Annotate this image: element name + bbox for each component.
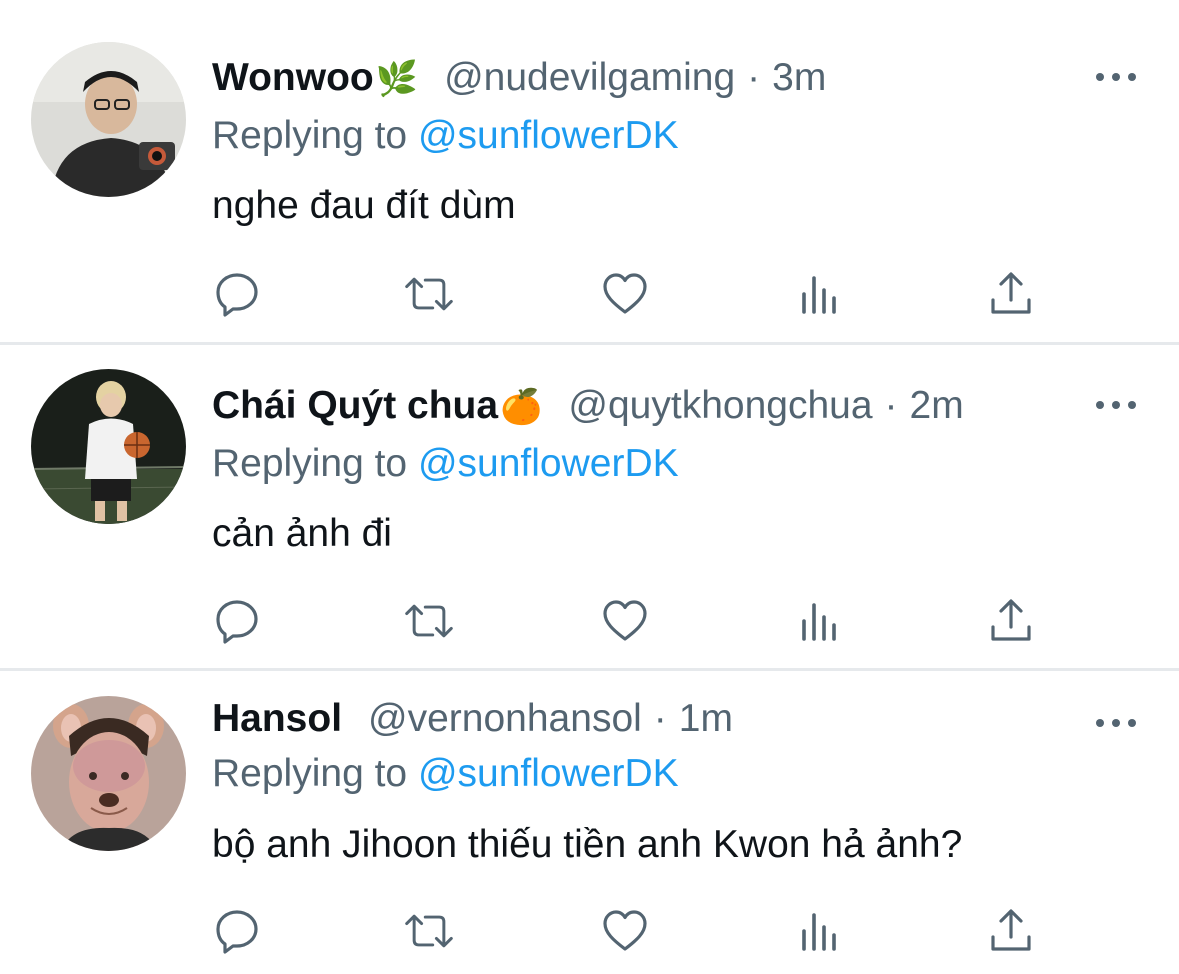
like-icon[interactable] [599, 595, 651, 647]
avatar[interactable] [31, 696, 186, 851]
replying-prefix: Replying to [212, 114, 418, 157]
replying-to: Replying to @sunflowerDK [212, 442, 679, 486]
share-icon[interactable] [985, 595, 1037, 647]
tweet-header: Wonwoo 🌿 @nudevilgaming · 3m [212, 56, 826, 106]
tangerine-emoji: 🍊 [500, 388, 543, 426]
like-icon[interactable] [599, 905, 651, 957]
reply-icon[interactable] [211, 905, 263, 957]
display-name[interactable]: Hansol [212, 697, 342, 741]
tweet[interactable]: Hansol @vernonhansol · 1m Replying to @s… [0, 671, 1179, 974]
reply-icon[interactable] [211, 595, 263, 647]
mention-link[interactable]: @sunflowerDK [418, 752, 679, 795]
analytics-icon[interactable] [793, 905, 845, 957]
separator: · [653, 697, 667, 740]
timestamp[interactable]: 2m [910, 384, 964, 428]
tweet-header: Hansol @vernonhansol · 1m [212, 697, 733, 747]
tweet-header: Chái Quýt chua 🍊 @quytkhongchua · 2m [212, 384, 964, 434]
tweet-text: nghe đau đít dùm [212, 184, 516, 227]
share-icon[interactable] [985, 905, 1037, 957]
analytics-icon[interactable] [793, 268, 845, 320]
reply-icon[interactable] [211, 268, 263, 320]
replying-to: Replying to @sunflowerDK [212, 752, 679, 796]
user-handle[interactable]: @nudevilgaming [444, 56, 735, 100]
timestamp[interactable]: 1m [679, 697, 733, 741]
more-options-icon[interactable] [1096, 398, 1136, 412]
display-name[interactable]: Chái Quýt chua [212, 384, 498, 428]
tweet-text: bộ anh Jihoon thiếu tiền anh Kwon hả ảnh… [212, 823, 963, 866]
tweet[interactable]: Chái Quýt chua 🍊 @quytkhongchua · 2m Rep… [0, 345, 1179, 668]
user-handle[interactable]: @vernonhansol [368, 697, 642, 741]
replying-to: Replying to @sunflowerDK [212, 114, 679, 158]
mention-link[interactable]: @sunflowerDK [418, 114, 679, 157]
more-options-icon[interactable] [1096, 716, 1136, 730]
avatar[interactable] [31, 369, 186, 524]
retweet-icon[interactable] [403, 595, 455, 647]
like-icon[interactable] [599, 268, 651, 320]
retweet-icon[interactable] [403, 268, 455, 320]
separator: · [884, 384, 898, 427]
more-options-icon[interactable] [1096, 70, 1136, 84]
mention-link[interactable]: @sunflowerDK [418, 442, 679, 485]
replying-prefix: Replying to [212, 752, 418, 795]
separator: · [747, 56, 761, 99]
user-handle[interactable]: @quytkhongchua [568, 384, 872, 428]
timestamp[interactable]: 3m [772, 56, 826, 100]
tweet-text: cản ảnh đi [212, 512, 392, 555]
replying-prefix: Replying to [212, 442, 418, 485]
display-name[interactable]: Wonwoo [212, 56, 374, 100]
analytics-icon[interactable] [793, 595, 845, 647]
tweet[interactable]: Wonwoo 🌿 @nudevilgaming · 3m Replying to… [0, 0, 1179, 343]
avatar[interactable] [31, 42, 186, 197]
share-icon[interactable] [985, 268, 1037, 320]
leaf-emoji: 🌿 [375, 60, 419, 98]
retweet-icon[interactable] [403, 905, 455, 957]
